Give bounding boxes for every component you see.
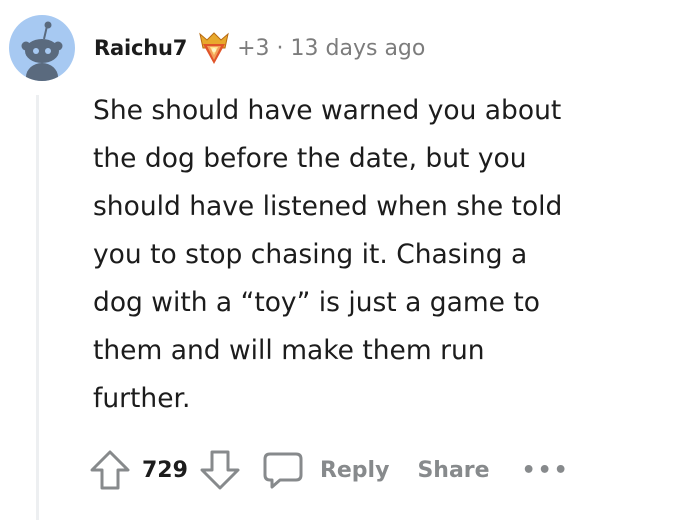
- reply-label: Reply: [319, 457, 390, 483]
- downvote-arrow-icon: [200, 450, 240, 490]
- award-icon[interactable]: [197, 30, 231, 66]
- more-options-button[interactable]: •••: [522, 458, 570, 483]
- upvote-arrow-icon: [90, 450, 130, 490]
- thread-line[interactable]: [36, 95, 39, 520]
- avatar[interactable]: [9, 15, 75, 81]
- comment-actions: 729 Reply Share •••: [88, 444, 570, 496]
- comment-text-line: dog with a “toy” is just a game to: [93, 287, 540, 318]
- vote-score: 729: [142, 457, 188, 483]
- comment: Raichu7 +3 · 13 days ago She should have…: [0, 0, 700, 520]
- downvote-button[interactable]: [198, 448, 242, 492]
- award-count: +3: [237, 35, 270, 61]
- timestamp[interactable]: 13 days ago: [291, 36, 426, 61]
- username[interactable]: Raichu7: [94, 36, 187, 60]
- share-button[interactable]: Share: [417, 458, 489, 483]
- comment-header: Raichu7 +3 · 13 days ago: [94, 30, 425, 66]
- separator-dot: ·: [276, 35, 284, 61]
- comment-body: She should have warned you about the dog…: [93, 87, 683, 423]
- comment-text-line: She should have warned you about: [93, 95, 562, 126]
- reply-button[interactable]: Reply: [262, 450, 390, 490]
- comment-text-line: should have listened when she told: [93, 191, 563, 222]
- snoo-avatar-icon: [21, 21, 63, 81]
- comment-text-line: them and will make them run: [93, 335, 485, 366]
- comment-bubble-icon: [263, 452, 303, 489]
- comment-text-line: further.: [93, 383, 191, 414]
- comment-text-line: you to stop chasing it. Chasing a: [93, 239, 528, 270]
- upvote-button[interactable]: [88, 448, 132, 492]
- comment-text-line: the dog before the date, but you: [93, 143, 527, 174]
